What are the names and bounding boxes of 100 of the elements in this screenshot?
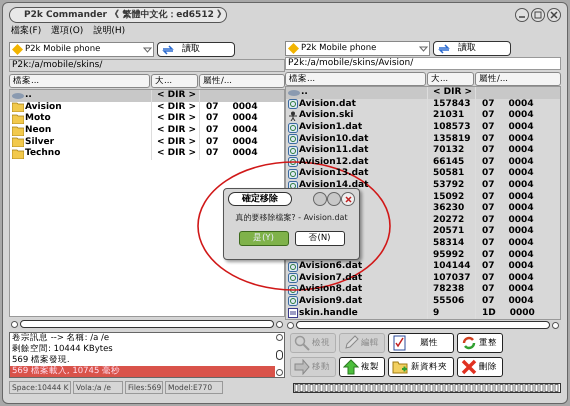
file-attribute: 0004: [508, 123, 534, 132]
dialog-message: 真的要移除檔案? - Avision.dat: [235, 212, 348, 224]
file-name[interactable]: Avision1.dat: [299, 123, 362, 132]
file-attribute: 0004: [508, 285, 534, 294]
close-icon: [344, 196, 352, 202]
column-header[interactable]: 屬性/...: [475, 72, 561, 86]
file-name[interactable]: Avision14.dat: [299, 181, 368, 190]
file-name[interactable]: skin.handle: [299, 308, 358, 318]
file-size: 95992: [433, 250, 464, 260]
dialog-control[interactable]: [327, 192, 341, 206]
file-name[interactable]: Avision: [25, 102, 62, 112]
file-icon: [288, 99, 298, 110]
dialog-button[interactable]: 否(N): [294, 231, 344, 246]
column-header[interactable]: 檔案...: [285, 72, 426, 86]
vertical-scrollbar[interactable]: [275, 333, 284, 377]
right-arrow-icon: [294, 359, 310, 375]
device-name: P2k Mobile phone: [301, 42, 378, 55]
file-name[interactable]: Avision.ski: [299, 111, 354, 120]
file-attribute: 07: [482, 158, 495, 167]
magnifier-icon: [294, 335, 310, 351]
file-size: < DIR >: [157, 126, 196, 136]
file-size: 9: [433, 308, 440, 318]
file-attribute: 0004: [508, 181, 534, 190]
read-button[interactable]: 讀取: [157, 42, 235, 57]
menu-item[interactable]: 選項(O): [51, 24, 84, 38]
sync-icon: [438, 44, 450, 54]
file-attribute: 0004: [508, 216, 534, 225]
menu-item[interactable]: 說明(H): [93, 24, 126, 38]
file-attribute: 0004: [508, 158, 534, 167]
file-name[interactable]: Neon: [25, 126, 52, 136]
file-name[interactable]: Techno: [25, 149, 60, 158]
file-size: 20272: [433, 216, 464, 225]
file-attribute: 1D: [482, 308, 496, 318]
action-button[interactable]: 新資料夾: [388, 357, 454, 377]
file-name[interactable]: Avision9.dat: [299, 296, 362, 306]
file-size: 66145: [433, 158, 464, 167]
column-header[interactable]: 檔案...: [9, 74, 150, 88]
file-name[interactable]: Avision12.dat: [299, 158, 368, 167]
file-attribute: 0004: [508, 100, 534, 109]
file-name[interactable]: Avision11.dat: [299, 146, 368, 156]
file-attribute: 07: [482, 204, 495, 214]
log-line: 569 檔案發現.: [11, 355, 71, 366]
file-name[interactable]: ..: [301, 88, 308, 98]
file-attribute: 0004: [508, 239, 534, 248]
file-attribute: 07: [206, 149, 219, 158]
device-dropdown[interactable]: P2k Mobile phone: [9, 42, 154, 57]
close-button[interactable]: [547, 8, 561, 22]
file-attribute: 07: [482, 250, 495, 260]
file-attribute: 07: [482, 146, 495, 156]
file-size: < DIR >: [157, 91, 196, 100]
path-field[interactable]: P2k:/a/mobile/skins/Avision/: [285, 57, 561, 70]
file-name[interactable]: ..: [25, 91, 32, 100]
action-button[interactable]: 屬性: [388, 333, 454, 353]
file-name[interactable]: Silver: [25, 138, 54, 147]
column-header[interactable]: 大...: [427, 72, 474, 86]
minimize-button[interactable]: [515, 8, 529, 22]
file-size: 21031: [433, 111, 464, 120]
read-button[interactable]: 讀取: [433, 41, 511, 56]
file-icon: [288, 296, 298, 306]
column-header[interactable]: 屬性/...: [199, 74, 285, 88]
menu-item[interactable]: 檔案(F): [11, 24, 42, 38]
checklist-icon: [392, 335, 408, 351]
file-attribute: 0004: [232, 138, 258, 147]
up-arrow-icon: [343, 359, 359, 375]
file-size: < DIR >: [157, 114, 196, 124]
file-attribute: 0004: [508, 204, 534, 214]
file-attribute: 07: [482, 134, 495, 144]
close-button[interactable]: [341, 192, 355, 206]
file-name[interactable]: Moto: [25, 114, 51, 124]
file-name[interactable]: Avision10.dat: [299, 134, 368, 144]
horizontal-scrollbar[interactable]: [285, 320, 561, 330]
file-attribute: 07: [482, 111, 495, 120]
column-header[interactable]: 大...: [151, 74, 198, 88]
file-size: 78238: [433, 285, 464, 294]
file-name[interactable]: Avision8.dat: [299, 285, 362, 294]
file-attribute: 07: [482, 274, 495, 283]
file-name[interactable]: Avision.dat: [299, 100, 356, 109]
horizontal-scrollbar[interactable]: [9, 318, 285, 330]
file-attribute: 07: [206, 114, 219, 124]
file-attribute: 07: [482, 100, 495, 109]
file-attribute: 07: [482, 169, 495, 178]
log-line: 卷宗訊息 --> 名稱: /a /e: [11, 333, 110, 344]
file-icon: [288, 168, 298, 179]
file-size: 157843: [433, 100, 471, 109]
folder-icon: [12, 148, 24, 159]
folder-icon: [12, 114, 24, 124]
maximize-button[interactable]: [531, 8, 545, 22]
path-field[interactable]: P2k:/a/mobile/skins/: [9, 59, 285, 72]
close-icon: [550, 11, 558, 19]
action-button[interactable]: 刪除: [457, 357, 503, 377]
file-size: 50581: [433, 169, 464, 178]
action-button[interactable]: 複製: [339, 357, 385, 377]
folder-icon: [12, 137, 24, 148]
action-button[interactable]: 重整: [457, 333, 503, 353]
file-attribute: 07: [482, 227, 495, 236]
file-attribute: 07: [482, 296, 495, 306]
dialog-control[interactable]: [313, 192, 327, 206]
file-name[interactable]: Avision6.dat: [299, 262, 362, 272]
file-size: 108573: [433, 123, 471, 132]
device-dropdown[interactable]: P2k Mobile phone: [285, 41, 430, 56]
